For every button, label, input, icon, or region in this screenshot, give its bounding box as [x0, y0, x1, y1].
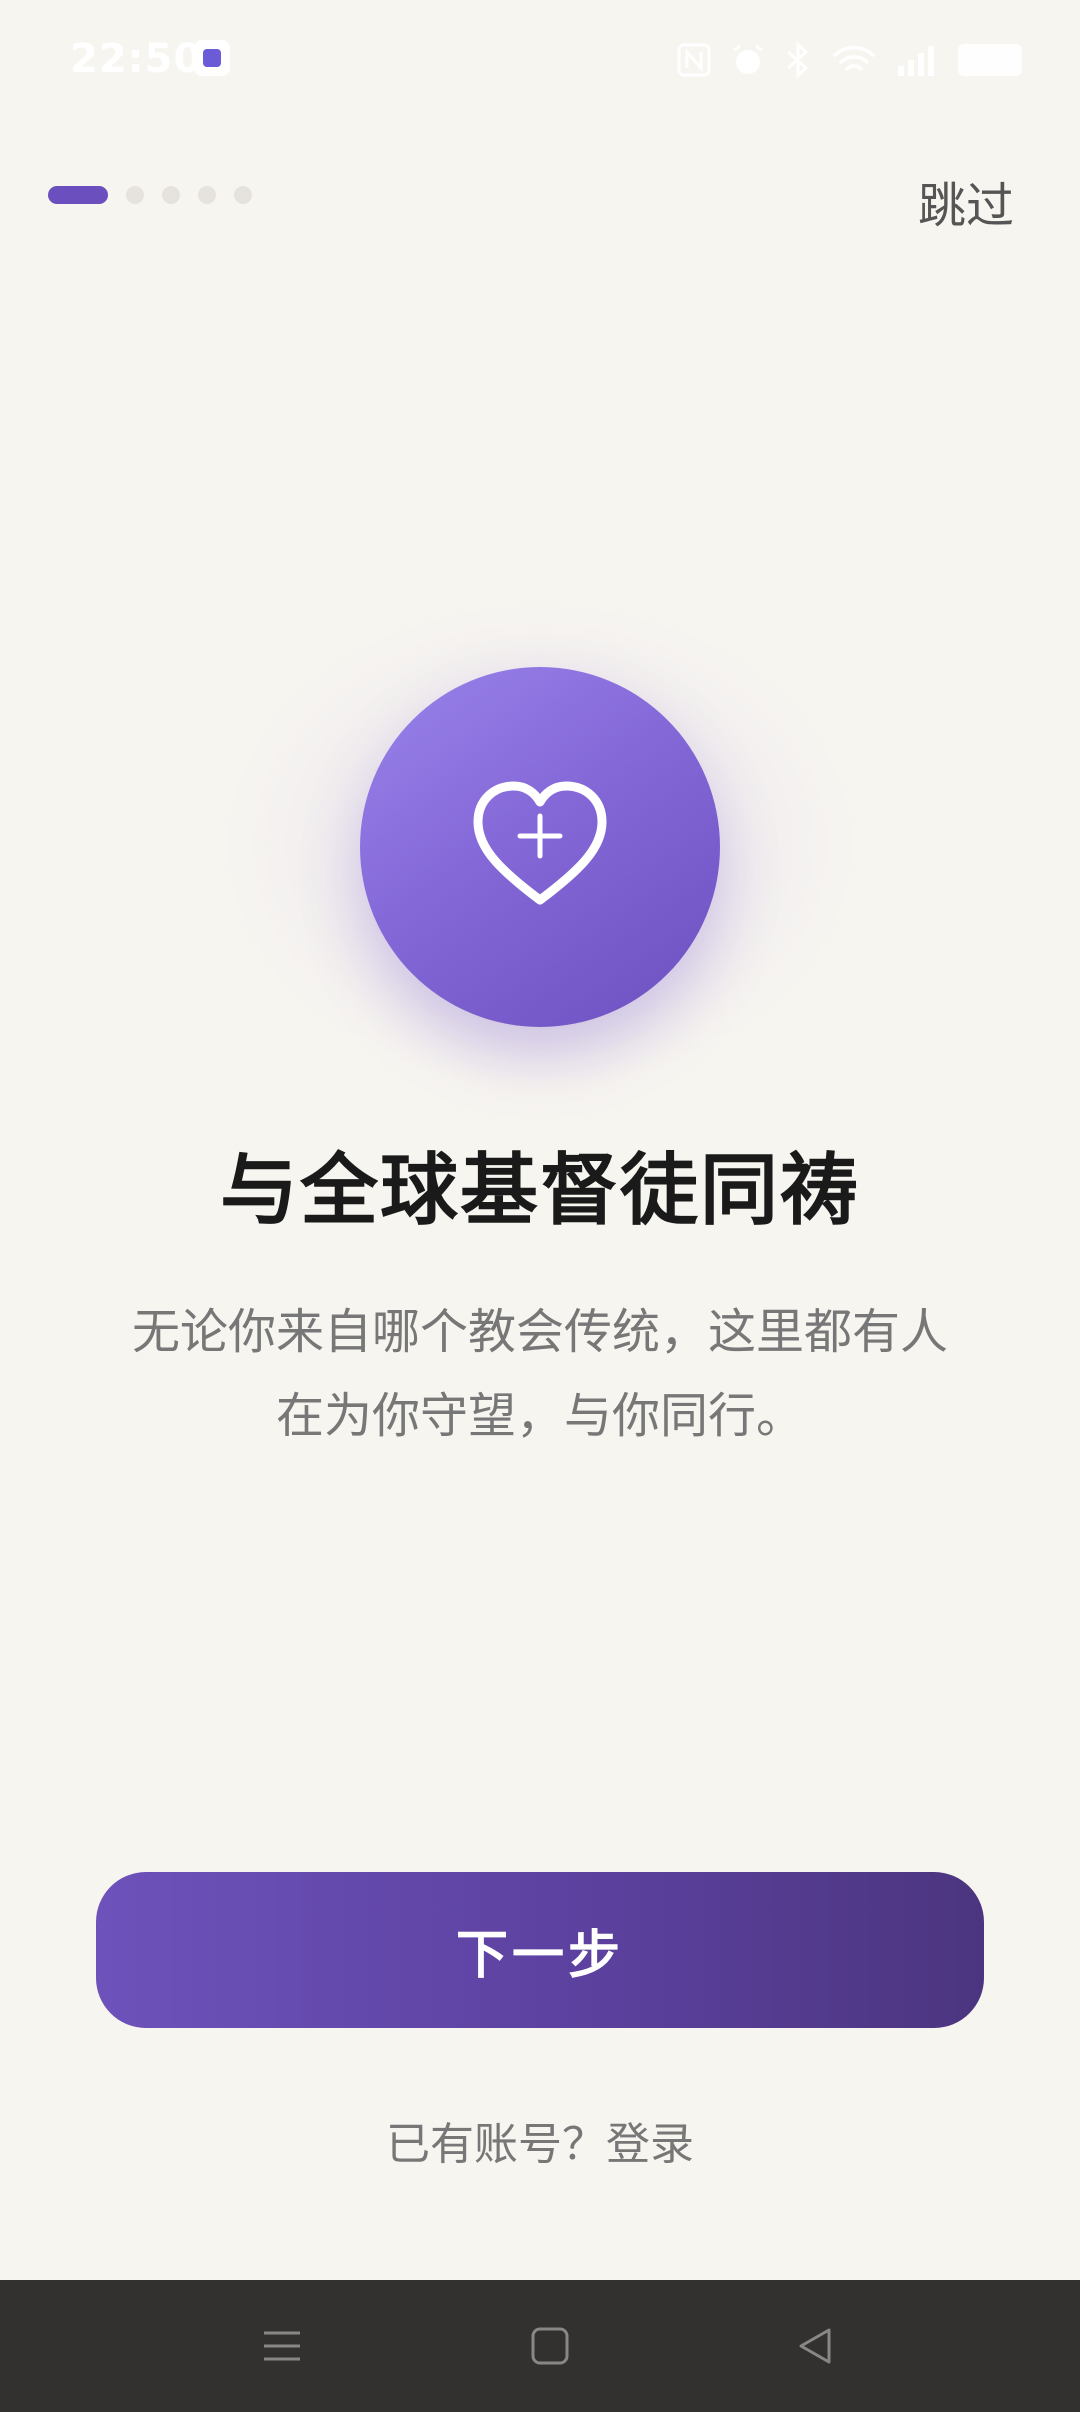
login-link[interactable]: 登录 — [606, 2119, 694, 2170]
menu-icon[interactable] — [252, 2316, 312, 2376]
login-prompt: 已有账号？ — [386, 2119, 606, 2170]
home-icon[interactable] — [520, 2316, 580, 2376]
signal-icon — [896, 42, 940, 78]
status-time: 22:50 — [70, 36, 203, 82]
hero-circle — [360, 667, 720, 1027]
page-indicators — [48, 186, 252, 204]
alarm-icon — [730, 42, 766, 78]
system-nav-bar — [0, 2280, 1080, 2412]
heart-plus-icon — [470, 780, 610, 914]
page-indicator-active — [48, 186, 108, 204]
page-indicator — [162, 186, 180, 204]
page-indicator — [126, 186, 144, 204]
wifi-icon — [830, 42, 878, 78]
onboarding-screen: 22:50 跳过 与全球基督徒同祷 无论你来自哪个教会传统，这里都有人 在为你守… — [0, 0, 1080, 2412]
page-indicator — [198, 186, 216, 204]
skip-button[interactable]: 跳过 — [918, 166, 1014, 236]
status-bar: 22:50 — [0, 0, 1080, 120]
back-icon[interactable] — [785, 2316, 845, 2376]
battery-icon — [958, 42, 1022, 78]
page-subtitle: 无论你来自哪个教会传统，这里都有人 在为你守望，与你同行。 — [110, 1290, 970, 1458]
app-notification-icon — [194, 40, 230, 76]
subtitle-line: 无论你来自哪个教会传统，这里都有人 — [131, 1304, 948, 1360]
nfc-icon — [676, 42, 712, 78]
next-button[interactable]: 下一步 — [96, 1872, 984, 2028]
page-indicator — [234, 186, 252, 204]
subtitle-line: 在为你守望，与你同行。 — [275, 1388, 804, 1444]
login-row: 已有账号？登录 — [0, 2108, 1080, 2172]
status-icons — [676, 40, 1022, 80]
bluetooth-icon — [784, 42, 812, 78]
page-title: 与全球基督徒同祷 — [219, 1146, 860, 1236]
